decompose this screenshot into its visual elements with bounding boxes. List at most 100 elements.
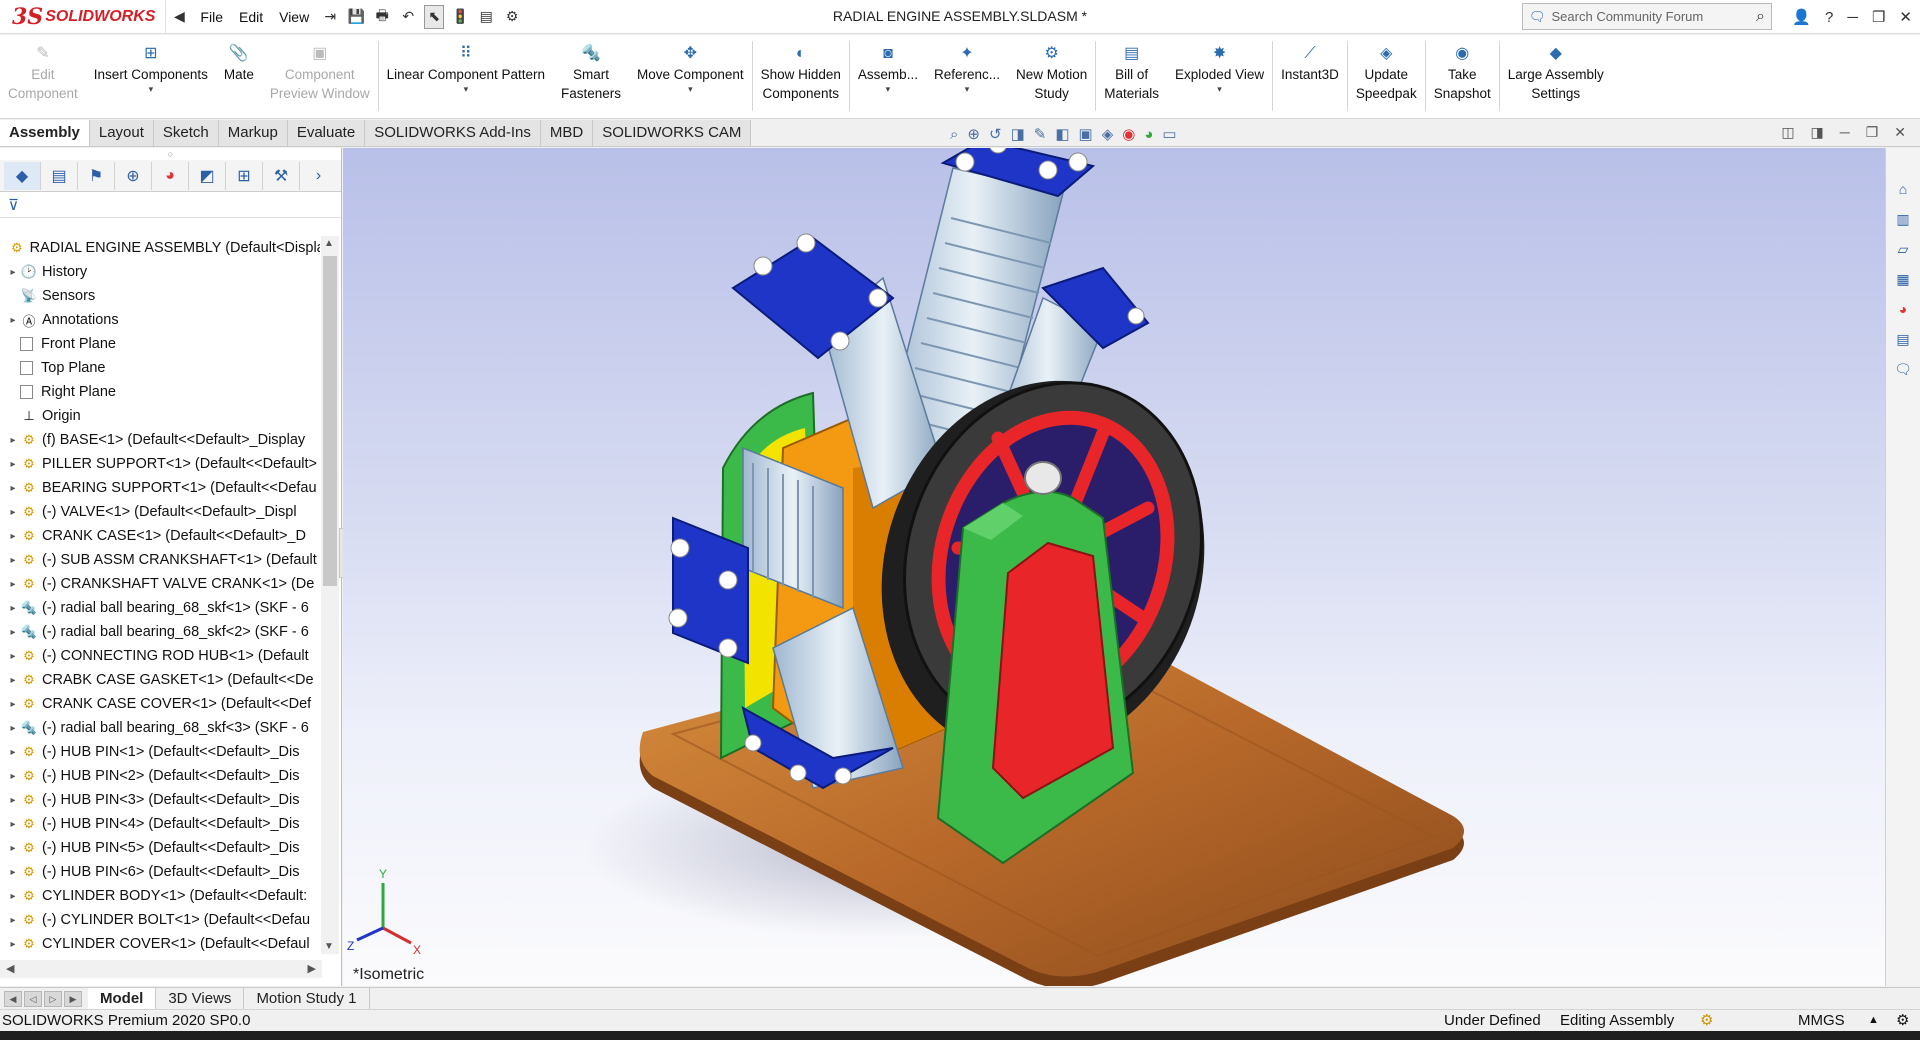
tree-item[interactable]: ▸ 🔩 (-) radial ball bearing_68_skf<2> (SKF…: [0, 620, 320, 644]
tab-markup[interactable]: Markup: [218, 120, 288, 146]
expand-arrow-icon[interactable]: ▸: [6, 891, 20, 902]
print-icon[interactable]: 🖶: [372, 5, 392, 29]
dropdown-caret-icon[interactable]: ▾: [464, 84, 469, 94]
restore-icon[interactable]: ❐: [1872, 8, 1885, 26]
cam-tool-tree-tab-icon[interactable]: ⚒: [263, 161, 300, 190]
tree-item[interactable]: 📡 Sensors: [0, 284, 320, 308]
edit-appearance-icon[interactable]: ◉: [1122, 125, 1135, 143]
expand-arrow-icon[interactable]: ▸: [6, 867, 20, 878]
unit-system-caret[interactable]: ▲: [1868, 1010, 1879, 1031]
zoom-to-area-icon[interactable]: ⊕: [967, 125, 980, 143]
insert-components-button[interactable]: ⊞ Insert Components ▾: [86, 35, 216, 119]
scroll-left-icon[interactable]: ◀: [6, 962, 14, 975]
scroll-right-icon[interactable]: ▶: [308, 962, 316, 975]
tree-item[interactable]: ▸ ⚙ (-) VALVE<1> (Default<<Default>_Displ: [0, 500, 320, 524]
expand-arrow-icon[interactable]: ▸: [6, 723, 20, 734]
feature-manager-tab-icon[interactable]: ◆: [4, 161, 41, 190]
tree-item[interactable]: ▸ ⚙ CRABK CASE GASKET<1> (Default<<De: [0, 668, 320, 692]
tree-item[interactable]: ▸ ⚙ CRANK CASE COVER<1> (Default<<Def: [0, 692, 320, 716]
tree-item[interactable]: ⊥ Origin: [0, 404, 320, 428]
menu-edit[interactable]: Edit: [239, 9, 263, 25]
dimxpert-manager-tab-icon[interactable]: ⊕: [115, 161, 152, 190]
tab-assembly[interactable]: Assembly: [0, 120, 90, 146]
section-view-icon[interactable]: ◨: [1011, 125, 1025, 143]
display-manager-tab-icon[interactable]: ◕: [152, 161, 189, 190]
expand-arrow-icon[interactable]: ▸: [6, 819, 20, 830]
options-gear-icon[interactable]: ⚙: [502, 5, 522, 29]
expand-arrow-icon[interactable]: ▸: [6, 699, 20, 710]
tab-solidworks-cam[interactable]: SOLIDWORKS CAM: [593, 120, 752, 146]
solidworks-logo[interactable]: 3S SOLIDWORKS: [0, 0, 167, 34]
tree-filter[interactable]: ⊽: [0, 192, 341, 218]
tree-item[interactable]: ▸ ⚙ (-) HUB PIN<6> (Default<<Default>_Dis: [0, 860, 320, 884]
expand-arrow-icon[interactable]: ▸: [6, 459, 20, 470]
tree-item[interactable]: ▸ ⚙ (-) HUB PIN<3> (Default<<Default>_Dis: [0, 788, 320, 812]
tab-evaluate[interactable]: Evaluate: [287, 120, 366, 146]
tab-sketch[interactable]: Sketch: [153, 120, 219, 146]
edit-component-button[interactable]: ✎ Edit Component: [0, 35, 86, 119]
pin-icon[interactable]: ⇥: [320, 5, 340, 29]
rebuild-icon[interactable]: ⚙: [1700, 1010, 1713, 1031]
expand-arrow-icon[interactable]: ▸: [6, 579, 20, 590]
tree-item[interactable]: ▸ 🔩 (-) radial ball bearing_68_skf<1> (SKF…: [0, 596, 320, 620]
move-component-button[interactable]: ✥ Move Component ▾: [629, 35, 752, 119]
expand-arrow-icon[interactable]: ▸: [6, 675, 20, 686]
previous-view-icon[interactable]: ↺: [989, 125, 1002, 143]
zoom-to-fit-icon[interactable]: ⌕: [950, 126, 958, 143]
user-icon[interactable]: 👤: [1792, 8, 1811, 26]
design-library-icon[interactable]: ▥: [1892, 208, 1914, 230]
tree-item[interactable]: ▸ ⚙ (-) HUB PIN<1> (Default<<Default>_Dis: [0, 740, 320, 764]
status-customize-icon[interactable]: ⚙: [1896, 1010, 1909, 1031]
menu-file[interactable]: File: [200, 9, 223, 25]
tree-item[interactable]: ▸ ⚙ BEARING SUPPORT<1> (Default<<Defau: [0, 476, 320, 500]
component-preview-button[interactable]: ▣ Component Preview Window: [262, 35, 378, 119]
large-assembly-button[interactable]: ◆ Large Assembly Settings: [1500, 35, 1612, 119]
more-tabs-chevron-icon[interactable]: ›: [300, 162, 337, 190]
traffic-light-icon[interactable]: 🚦: [450, 5, 470, 29]
viewport-restore-icon[interactable]: ❐: [1866, 124, 1879, 141]
tree-item[interactable]: ▸ ⚙ (-) HUB PIN<4> (Default<<Default>_Dis: [0, 812, 320, 836]
tree-item[interactable]: ▸ ⚙ (-) SUB ASSM CRANKSHAFT<1> (Default: [0, 548, 320, 572]
expand-arrow-icon[interactable]: ▸: [6, 843, 20, 854]
dropdown-caret-icon[interactable]: ▾: [688, 84, 693, 94]
tab-mbd[interactable]: MBD: [540, 120, 594, 146]
viewport-minimize-icon[interactable]: ─: [1840, 124, 1850, 141]
first-tab-icon[interactable]: ◀: [4, 990, 22, 1007]
scroll-thumb[interactable]: [323, 256, 337, 586]
dropdown-caret-icon[interactable]: ▾: [965, 84, 970, 94]
search-community-box[interactable]: 🗨 Search Community Forum ⌕: [1522, 3, 1772, 30]
tab-model[interactable]: Model: [88, 987, 157, 1010]
prev-tab-icon[interactable]: ◁: [24, 990, 42, 1007]
expand-arrow-icon[interactable]: ▸: [6, 771, 20, 782]
expand-arrow-icon[interactable]: ▸: [6, 555, 20, 566]
tree-item[interactable]: Front Plane: [0, 332, 320, 356]
tab-3d-views[interactable]: 3D Views: [156, 987, 245, 1010]
next-tab-icon[interactable]: ▷: [44, 990, 62, 1007]
custom-properties-icon[interactable]: ▤: [1892, 328, 1914, 350]
tree-horizontal-scrollbar[interactable]: ◀ ▶: [0, 960, 322, 978]
dropdown-caret-icon[interactable]: ▾: [886, 84, 891, 94]
dropdown-caret-icon[interactable]: ▾: [149, 84, 154, 94]
expand-arrow-icon[interactable]: ▸: [6, 795, 20, 806]
file-explorer-icon[interactable]: ▱: [1892, 238, 1914, 260]
snapshot-button[interactable]: ◉ Take Snapshot: [1426, 35, 1499, 119]
tree-vertical-scrollbar[interactable]: ▲ ▼: [321, 236, 339, 954]
help-icon[interactable]: ?: [1825, 9, 1833, 26]
tree-item[interactable]: ▸ ⚙ (-) HUB PIN<5> (Default<<Default>_Dis: [0, 836, 320, 860]
engine-model[interactable]: Y X Z: [343, 148, 1885, 986]
mate-button[interactable]: 📎 Mate: [216, 35, 262, 119]
graphics-area[interactable]: Y X Z *Isometric: [343, 148, 1885, 986]
tree-item[interactable]: ▸ ⚙ (-) CRANKSHAFT VALVE CRANK<1> (De: [0, 572, 320, 596]
panel-drag-handle[interactable]: ○: [0, 148, 341, 160]
reference-geometry-button[interactable]: ✦ Referenc... ▾: [926, 35, 1008, 119]
tab-layout[interactable]: Layout: [89, 120, 154, 146]
property-manager-tab-icon[interactable]: ▤: [41, 161, 78, 190]
view-palette-icon[interactable]: ▦: [1892, 268, 1914, 290]
expand-arrow-icon[interactable]: ▸: [6, 435, 20, 446]
expand-arrow-icon[interactable]: ▸: [6, 507, 20, 518]
expand-arrow-icon[interactable]: ▸: [6, 315, 20, 326]
tree-item[interactable]: ▸ ⚙ PILLER SUPPORT<1> (Default<<Default>: [0, 452, 320, 476]
instant3d-button[interactable]: ⟋ Instant3D: [1273, 35, 1347, 119]
unit-system[interactable]: MMGS: [1798, 1010, 1845, 1031]
tree-item[interactable]: ▸ ⚙ CYLINDER BODY<1> (Default<<Default:: [0, 884, 320, 908]
